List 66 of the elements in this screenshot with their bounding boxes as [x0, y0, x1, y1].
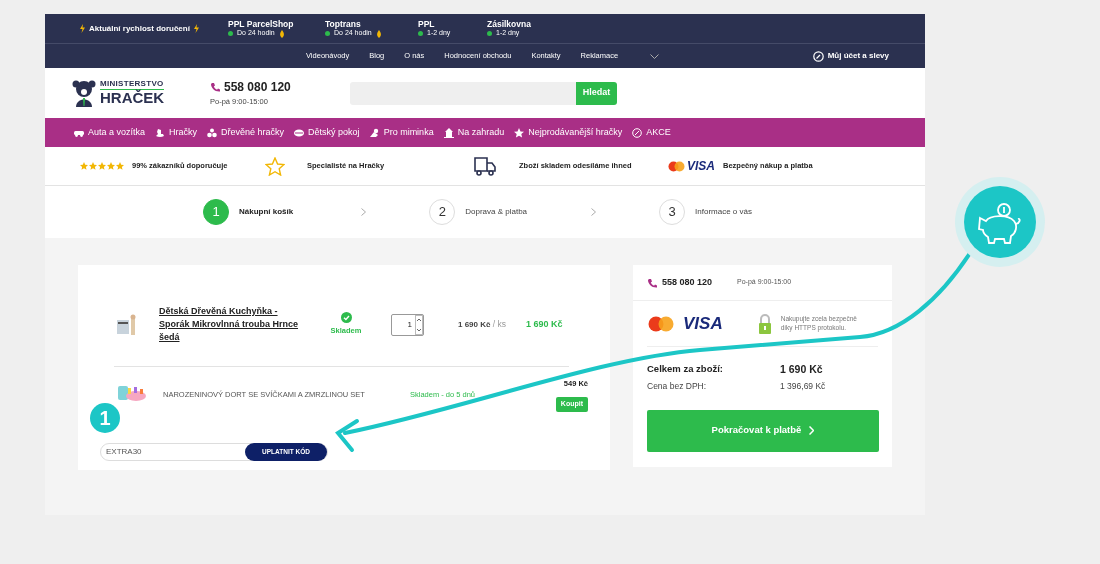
padlock-icon [757, 313, 772, 334]
step-label: Doprava & platba [465, 206, 528, 218]
logo-text: HRAČEK [100, 89, 165, 107]
line-total: 1 690 Kč [526, 317, 563, 331]
category-link[interactable]: AKCE [632, 125, 671, 140]
visa-logo: VISA [687, 158, 715, 175]
step[interactable]: 2 Doprava & platba [429, 199, 528, 225]
step[interactable]: 3 Informace o vás [659, 199, 752, 225]
mastercard-icon [668, 160, 685, 172]
stepper-arrows-icon [415, 314, 423, 335]
house-icon [443, 127, 454, 138]
unit-price: 1 690 Kč [458, 320, 491, 329]
total-price: 1 690 Kč [780, 362, 824, 377]
status-dot-icon [487, 31, 492, 37]
check-circle-icon [340, 312, 352, 324]
category-link[interactable]: Dětský pokoj [294, 125, 360, 140]
mastercard-icon [647, 315, 675, 332]
carrier-name: Zásilkovna [487, 19, 532, 30]
net-price-label: Cena bez DPH: [647, 379, 708, 393]
visa-logo: VISA [683, 312, 723, 335]
flame-icon [375, 29, 382, 38]
category-link[interactable]: Nejprodávanější hračky [514, 125, 623, 140]
phone-number: 558 080 120 [224, 79, 291, 97]
product-link[interactable]: Dětská Dřevěná Kuchyňka - Sporák Mikrovlnná trouba Hrnce šedá [159, 304, 299, 345]
unit-label: / ks [491, 319, 507, 329]
category-link[interactable]: Dřevěné hračky [207, 125, 285, 140]
search-field[interactable] [350, 81, 576, 105]
net-price: 1 396,69 Kč [780, 379, 827, 393]
bolt-icon [193, 24, 199, 33]
status-dot-icon [325, 31, 330, 37]
step[interactable]: 1 Nákupní košík [203, 199, 294, 225]
carrier-name: PPL ParcelShop [228, 19, 295, 30]
phone-icon [210, 82, 220, 93]
quantity-value: 1 [406, 318, 413, 331]
step-label: Informace o vás [695, 206, 752, 218]
category-link[interactable]: Hračky [155, 125, 198, 140]
gauge-icon [812, 50, 824, 62]
coupon-code: EXTRA30 [105, 446, 142, 458]
chevron-right-icon [591, 208, 597, 216]
flame-icon [278, 29, 285, 38]
category-link[interactable]: Na zahradu [443, 125, 505, 140]
step-label: Nákupní košík [239, 206, 294, 218]
carrier-name: Toptrans [325, 19, 362, 30]
bear-icon [72, 79, 96, 107]
chevron-down-icon [650, 53, 660, 59]
discount-icon [632, 127, 643, 138]
total-label: Celkem za zboží: [647, 362, 725, 376]
status-dot-icon [418, 31, 423, 37]
account-link[interactable]: Můj účet a slevy [812, 50, 889, 62]
carrier-name: PPL [418, 19, 436, 30]
delivery-title: Aktuální rychlost doručení [89, 22, 190, 35]
quantity-field[interactable]: 1 [391, 313, 424, 336]
phone-icon [647, 277, 657, 288]
chevron-right-icon [809, 426, 815, 435]
chevron-right-icon [361, 208, 367, 216]
truck-icon [473, 156, 497, 176]
star-icon [514, 127, 525, 138]
piggy-bank-icon [955, 177, 1045, 267]
status-dot-icon [228, 31, 233, 37]
phone-number: 558 080 120 [662, 275, 713, 289]
step-number: 1 [203, 199, 229, 225]
logo-text: MINISTERSTVO [100, 79, 165, 90]
category-link[interactable]: Pro miminka [369, 125, 434, 140]
bolt-icon [80, 24, 85, 33]
category-link[interactable]: Auta a vozítka [74, 125, 146, 140]
star-icon [265, 156, 285, 176]
